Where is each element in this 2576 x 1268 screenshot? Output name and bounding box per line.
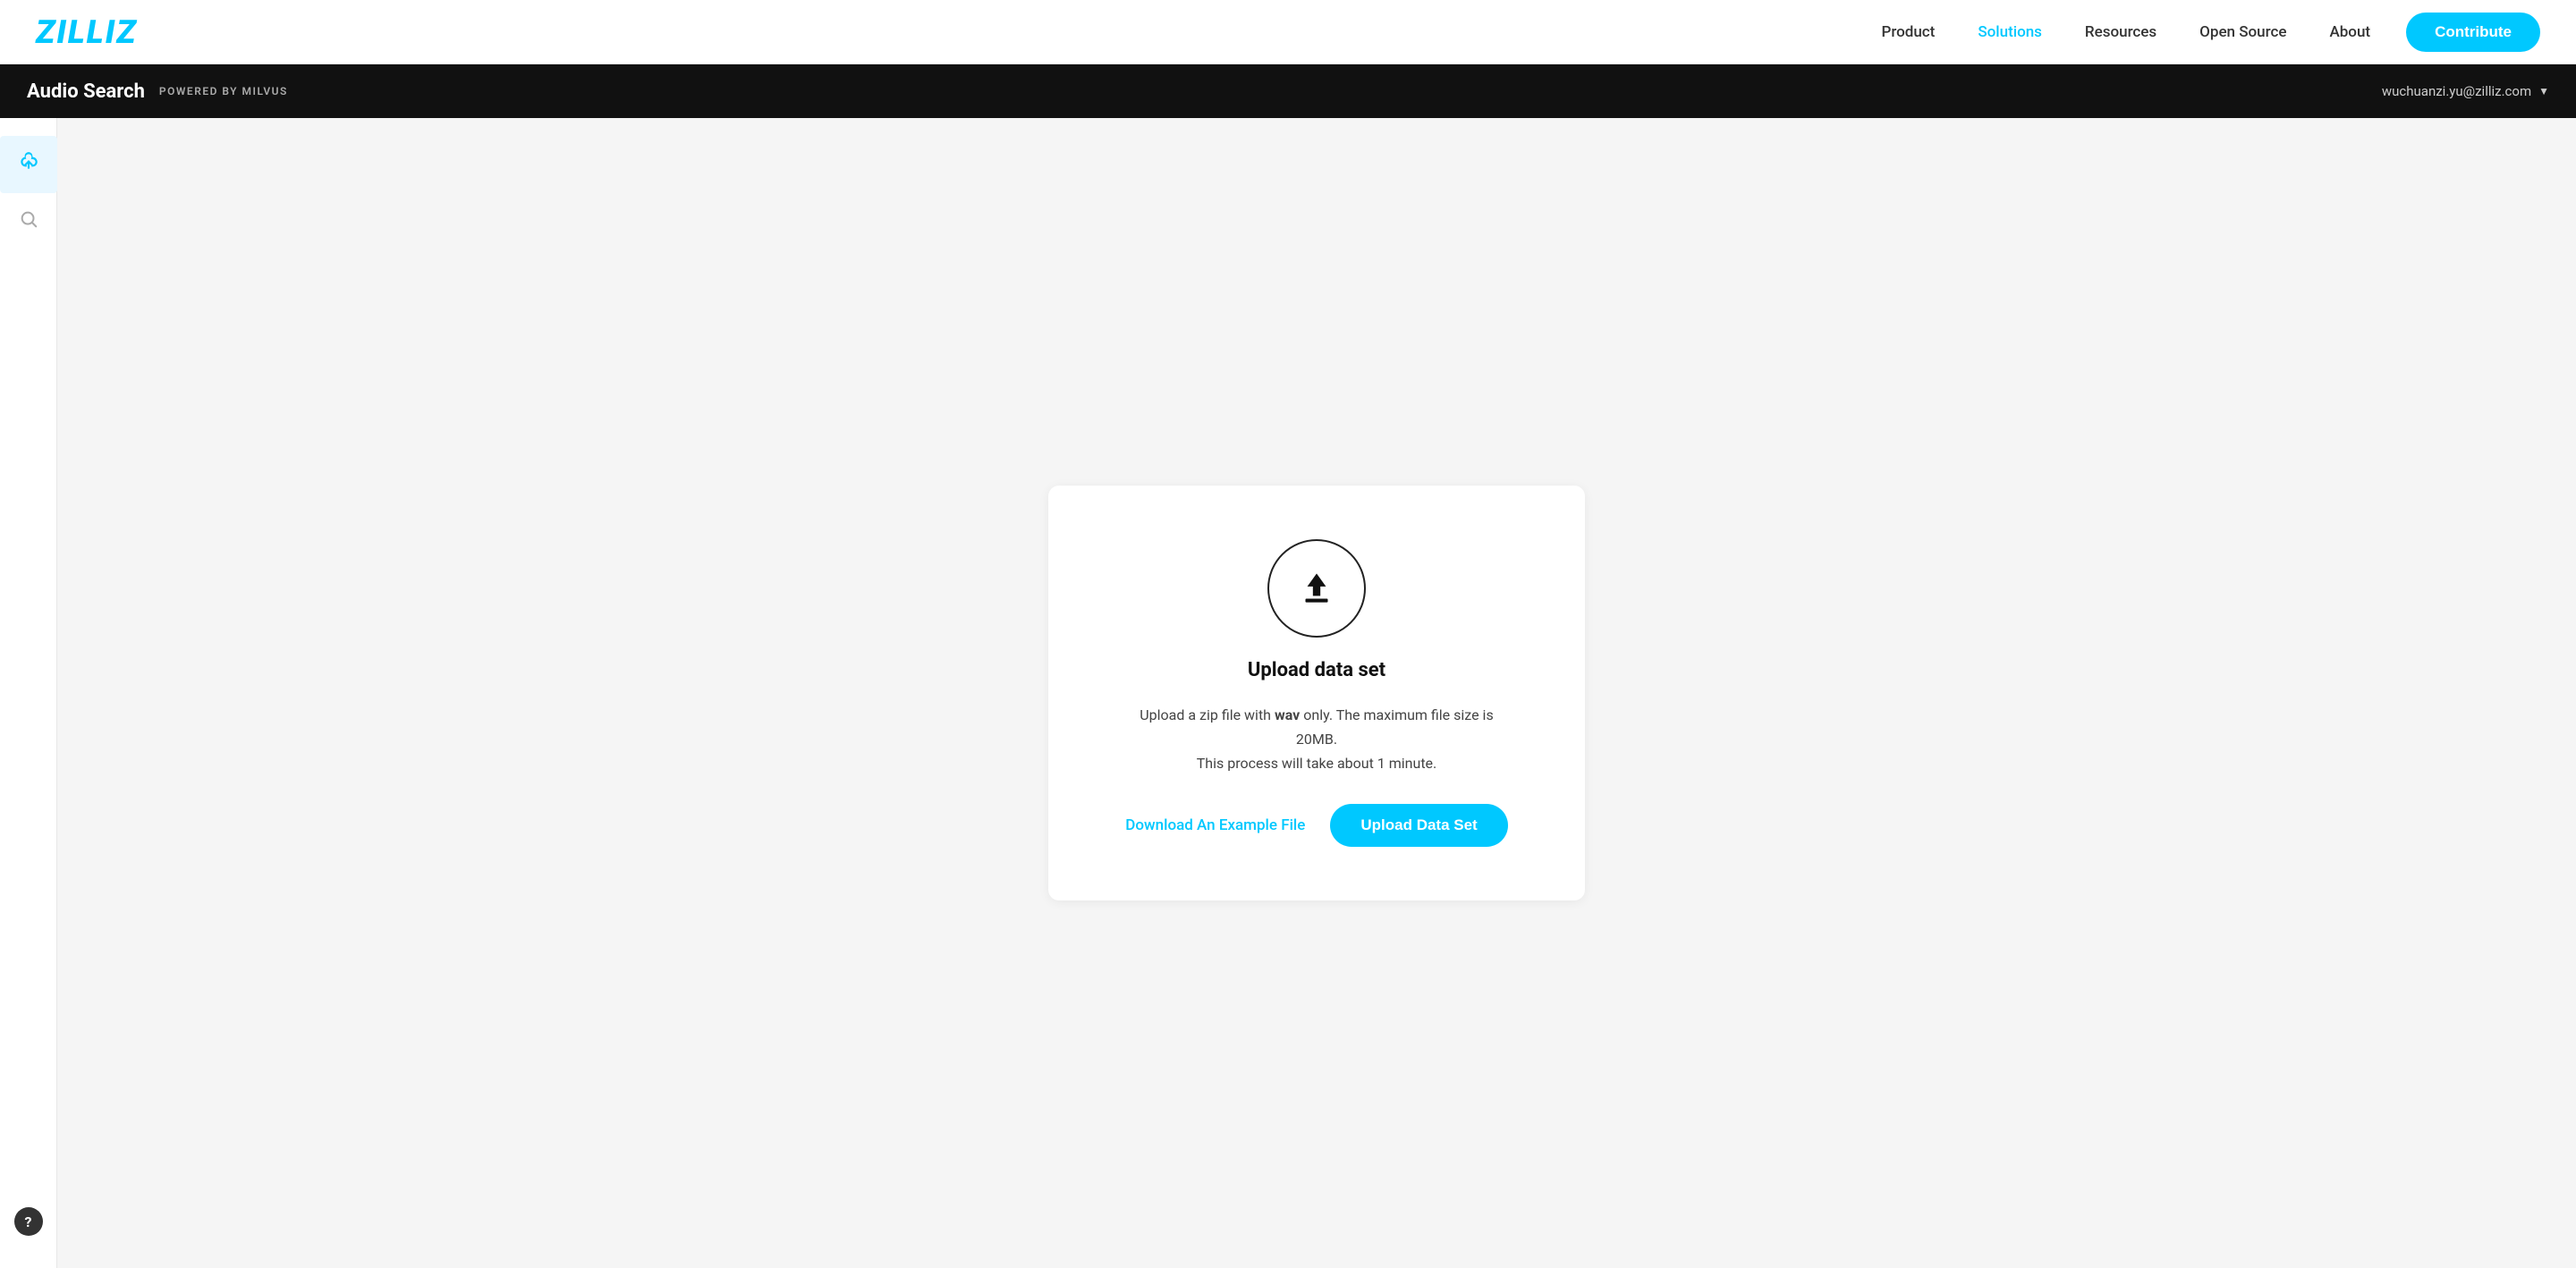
black-bar: Audio Search POWERED BY MILVUS wuchuanzi… — [0, 64, 2576, 118]
sidebar-item-help[interactable]: ? — [0, 1193, 57, 1250]
nav-link-about[interactable]: About — [2329, 23, 2370, 41]
sidebar: ? — [0, 118, 57, 1268]
upload-actions: Download An Example File Upload Data Set — [1125, 804, 1507, 847]
sidebar-item-upload[interactable] — [0, 136, 57, 193]
upload-desc-suffix: only. The maximum file size is 20MB. — [1296, 706, 1494, 748]
black-bar-left: Audio Search POWERED BY MILVUS — [27, 80, 288, 103]
upload-process-note: This process will take about 1 minute. — [1197, 755, 1437, 772]
nav-link-resources[interactable]: Resources — [2085, 23, 2157, 41]
upload-desc-prefix: Upload a zip file with — [1140, 706, 1275, 723]
upload-dataset-button[interactable]: Upload Data Set — [1330, 804, 1507, 847]
user-dropdown-arrow: ▼ — [2538, 85, 2549, 97]
help-icon: ? — [14, 1207, 43, 1236]
content-area: Upload data set Upload a zip file with w… — [57, 118, 2576, 1268]
nav-link-product[interactable]: Product — [1881, 23, 1935, 41]
upload-circle-icon — [1267, 539, 1366, 638]
contribute-button[interactable]: Contribute — [2406, 13, 2540, 52]
upload-desc-format: wav — [1275, 706, 1300, 723]
top-nav: ZILLIZ Product Solutions Resources Open … — [0, 0, 2576, 64]
nav-links: Product Solutions Resources Open Source … — [1881, 23, 2370, 41]
upload-icon — [17, 150, 40, 179]
user-email: wuchuanzi.yu@zilliz.com — [2382, 83, 2531, 99]
upload-description: Upload a zip file with wav only. The max… — [1120, 703, 1513, 776]
user-menu[interactable]: wuchuanzi.yu@zilliz.com ▼ — [2382, 83, 2549, 99]
page-title: Audio Search — [27, 80, 145, 103]
nav-link-opensource[interactable]: Open Source — [2199, 23, 2286, 41]
search-icon — [19, 209, 38, 234]
logo-text: ZILLIZ — [36, 13, 138, 51]
logo: ZILLIZ — [36, 13, 138, 51]
nav-link-solutions[interactable]: Solutions — [1978, 23, 2042, 41]
main-layout: ? Upload data set Upload a zip file with… — [0, 118, 2576, 1268]
upload-title: Upload data set — [1248, 659, 1385, 681]
upload-card: Upload data set Upload a zip file with w… — [1048, 486, 1585, 901]
download-example-link[interactable]: Download An Example File — [1125, 816, 1305, 834]
powered-by-label: POWERED BY MILVUS — [159, 85, 288, 97]
sidebar-item-search[interactable] — [0, 193, 57, 250]
